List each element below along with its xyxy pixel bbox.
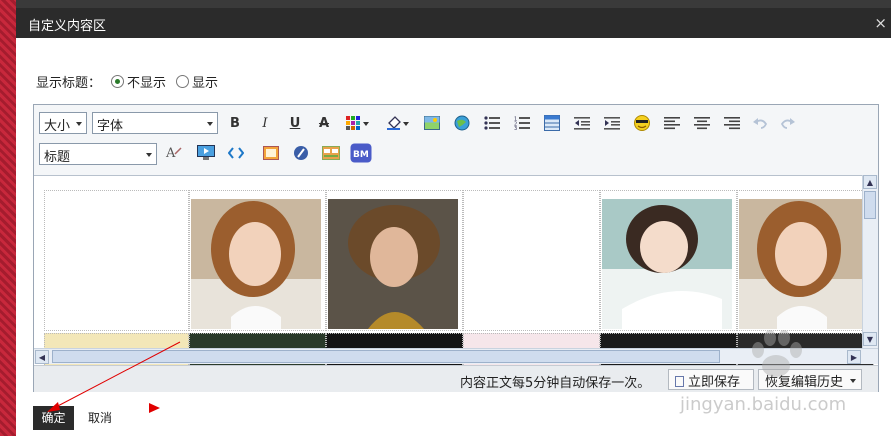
radio-hide[interactable]: 不显示 bbox=[111, 72, 166, 91]
table-cell bbox=[44, 190, 189, 331]
link-globe-icon[interactable] bbox=[452, 113, 472, 133]
radio-show-dot[interactable] bbox=[176, 75, 190, 88]
portrait-photo bbox=[739, 199, 865, 329]
radio-show-label: 显示 bbox=[192, 76, 219, 91]
scroll-up-icon[interactable]: ▲ bbox=[863, 175, 877, 189]
undo-icon[interactable] bbox=[750, 113, 770, 133]
table-cell bbox=[189, 190, 326, 331]
background-color-icon[interactable] bbox=[385, 113, 411, 133]
bm-icon-text: BM bbox=[353, 150, 369, 160]
font-size-select[interactable]: 大小 bbox=[39, 112, 87, 134]
table-cell bbox=[600, 190, 737, 331]
media-icon[interactable] bbox=[196, 143, 216, 163]
outdent-icon[interactable] bbox=[572, 113, 592, 133]
flash-icon[interactable] bbox=[261, 143, 281, 163]
scroll-left-icon[interactable]: ◀ bbox=[35, 350, 49, 364]
portrait-photo bbox=[602, 199, 732, 329]
dialog-title: 自定义内容区 bbox=[28, 19, 107, 34]
clear-format-icon[interactable]: A bbox=[164, 143, 184, 163]
bold-button[interactable]: B bbox=[225, 113, 245, 133]
gallery-icon[interactable] bbox=[321, 143, 341, 163]
vertical-scroll-thumb[interactable] bbox=[864, 191, 876, 219]
horizontal-scroll-thumb[interactable] bbox=[52, 350, 720, 363]
align-center-icon[interactable] bbox=[692, 113, 712, 133]
table-cell bbox=[326, 190, 463, 331]
table-icon[interactable] bbox=[542, 113, 562, 133]
bm-icon[interactable]: BM bbox=[350, 142, 372, 164]
special-insert-icon[interactable] bbox=[291, 143, 311, 163]
unordered-list-icon[interactable] bbox=[482, 113, 502, 133]
ok-button[interactable]: 确定 bbox=[33, 406, 74, 430]
source-code-icon[interactable] bbox=[226, 143, 246, 163]
heading-select[interactable]: 标题 bbox=[39, 143, 157, 165]
close-icon[interactable]: × bbox=[874, 14, 887, 32]
radio-hide-label: 不显示 bbox=[127, 76, 167, 91]
ordered-list-icon[interactable]: 123 bbox=[512, 113, 532, 133]
radio-hide-dot[interactable] bbox=[111, 75, 125, 88]
redo-icon[interactable] bbox=[778, 113, 798, 133]
table-cell bbox=[463, 190, 600, 331]
font-family-select[interactable]: 字体 bbox=[92, 112, 218, 134]
table-cell bbox=[737, 190, 874, 331]
watermark-text: jingyan.baidu.com bbox=[680, 394, 847, 415]
autosave-message: 内容正文每5分钟自动保存一次。 bbox=[460, 376, 651, 391]
font-size-value: 大小 bbox=[44, 119, 71, 134]
portrait-photo bbox=[191, 199, 321, 329]
align-right-icon[interactable] bbox=[722, 113, 742, 133]
paw-logo bbox=[752, 330, 802, 377]
align-left-icon[interactable] bbox=[662, 113, 682, 133]
cancel-button[interactable]: 取消 bbox=[88, 409, 112, 426]
show-title-label: 显示标题： bbox=[36, 76, 102, 91]
italic-button[interactable]: I bbox=[255, 113, 275, 133]
emoticon-icon[interactable] bbox=[632, 113, 652, 133]
background-edge bbox=[0, 0, 16, 436]
font-family-value: 字体 bbox=[97, 119, 124, 134]
svg-text:3: 3 bbox=[514, 126, 517, 130]
portrait-photo bbox=[328, 199, 458, 329]
underline-button[interactable]: U bbox=[285, 113, 305, 133]
strikethrough-button[interactable]: A bbox=[314, 113, 334, 133]
watermark: jingyan.baidu.com bbox=[676, 322, 876, 422]
font-color-icon[interactable] bbox=[345, 113, 371, 133]
heading-value: 标题 bbox=[44, 150, 71, 165]
svg-text:A: A bbox=[165, 146, 176, 161]
show-title-row: 显示标题： 不显示 显示 bbox=[36, 72, 218, 91]
dialog-titlebar: 自定义内容区 × bbox=[16, 8, 891, 38]
indent-icon[interactable] bbox=[602, 113, 622, 133]
image-icon[interactable] bbox=[422, 113, 442, 133]
editor-toolbar: 大小 字体 标题 B I U A 123 A BM bbox=[34, 105, 878, 175]
radio-show[interactable]: 显示 bbox=[176, 72, 218, 91]
